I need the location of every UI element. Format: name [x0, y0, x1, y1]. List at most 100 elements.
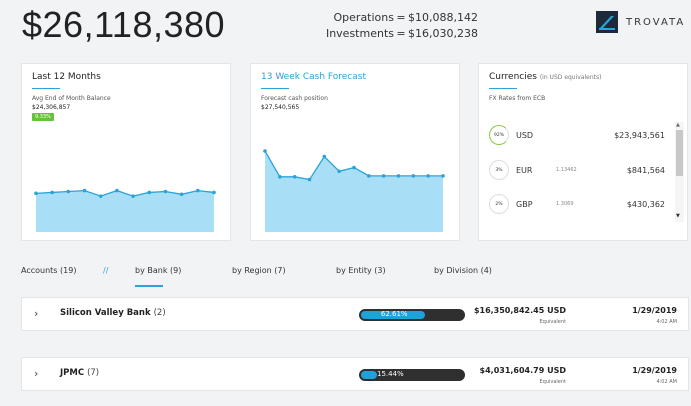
updated-date: 1/29/2019 [632, 306, 677, 315]
tab-by-division[interactable]: by Division (4) [434, 266, 492, 275]
share-bar-fill [361, 371, 377, 379]
last-12-months-chart [34, 188, 216, 232]
card-title: Currencies (in USD equivalents) [489, 72, 601, 82]
grouping-tabs: Accounts (19) // by Bank (9) by Region (… [0, 262, 691, 288]
chart-point [441, 174, 445, 178]
chart-point [66, 189, 71, 194]
currencies-card[interactable]: Currencies (in USD equivalents) FX Rates… [478, 63, 688, 241]
cash-forecast-card[interactable]: 13 Week Cash Forecast Forecast cash posi… [250, 63, 460, 241]
trovata-logo-icon [596, 11, 618, 33]
scroll-up-icon[interactable]: ▲ [676, 122, 680, 128]
chevron-right-icon[interactable]: › [34, 367, 38, 380]
chart-point [367, 174, 371, 178]
tab-separator: // [103, 266, 109, 275]
amount-value: $16,350,842.45 [473, 306, 545, 315]
currency-rate: 1.13462 [556, 167, 577, 173]
title-underline [32, 88, 60, 89]
last-12-months-card[interactable]: Last 12 Months Avg End of Month Balance … [21, 63, 231, 241]
scroll-thumb[interactable] [676, 130, 683, 176]
tab-by-region[interactable]: by Region (7) [232, 266, 286, 275]
bank-amount: $4,031,604.79 USD [480, 366, 566, 375]
card-subtitle: Forecast cash position [261, 95, 328, 102]
chart-point [322, 154, 327, 159]
currency-row-eur[interactable]: 3% EUR 1.13462 $841,564 [489, 159, 665, 181]
currency-amount: $23,943,561 [614, 130, 665, 140]
currency-scrollbar[interactable]: ▲ ▼ [675, 122, 684, 222]
bank-row[interactable]: › Silicon Valley Bank (2) 62.61% $16,350… [21, 297, 689, 331]
tab-accounts[interactable]: Accounts (19) [21, 266, 76, 275]
currency-amount: $841,564 [626, 165, 665, 175]
chart-point [98, 194, 103, 198]
bank-name-text: JPMC [60, 368, 85, 378]
account-count: (2) [153, 308, 166, 318]
currencies-title-note: (in USD equivalents) [539, 74, 602, 81]
equals-sign: = [396, 11, 406, 24]
title-underline [489, 88, 517, 89]
currency-share-ring: 2% [489, 194, 509, 214]
chart-area [36, 190, 214, 232]
operations-value: $10,088,142 [408, 11, 478, 24]
currency-code: GBP [516, 199, 533, 209]
chart-point [179, 192, 184, 197]
share-percent: 62.61% [380, 310, 408, 318]
tab-by-bank[interactable]: by Bank (9) [135, 266, 181, 275]
updated-date: 1/29/2019 [632, 366, 677, 375]
chart-point [352, 165, 356, 170]
equals-sign: = [396, 27, 406, 40]
amount-value: $4,031,604.79 [479, 366, 545, 375]
chart-point [82, 188, 87, 193]
bank-row[interactable]: › JPMC (7) 15.44% $4,031,604.79 USD Equi… [21, 357, 689, 391]
chart-point [426, 174, 430, 178]
chart-point [278, 175, 282, 179]
card-value: $27,540,565 [261, 104, 300, 111]
currency-share-ring: 92% [489, 125, 509, 145]
total-balance: $26,118,380 [22, 4, 226, 45]
share-bar: 62.61% [359, 309, 465, 321]
equivalent-label: Equivalent [539, 319, 566, 325]
chart-point [411, 174, 416, 178]
card-title: 13 Week Cash Forecast [261, 72, 366, 82]
card-subtitle: Avg End of Month Balance [32, 95, 111, 102]
chart-point [212, 190, 216, 195]
chart-point [147, 190, 152, 195]
currency-row-gbp[interactable]: 2% GBP 1.3069 $430,362 [489, 193, 665, 215]
bank-name: JPMC (7) [60, 368, 99, 378]
chevron-right-icon[interactable]: › [34, 307, 38, 320]
chart-area [265, 151, 443, 232]
equivalent-label: Equivalent [539, 379, 566, 385]
brand-name: TROVATA [626, 16, 686, 28]
updated-time: 4:02 AM [656, 319, 677, 325]
trovata-logo[interactable]: TROVATA [596, 11, 685, 33]
share-percent: 15.44% [377, 370, 404, 378]
title-underline [261, 88, 289, 89]
share-bar: 15.44% [359, 369, 465, 381]
currencies-title: Currencies [489, 72, 537, 82]
chart-point [163, 189, 168, 194]
currency-share-ring: 3% [489, 160, 509, 180]
chart-point [131, 194, 135, 198]
bank-amount: $16,350,842.45 USD [474, 306, 566, 315]
amount-currency: USD [547, 366, 566, 375]
operations-label: Operations [333, 11, 394, 24]
card-subtitle: FX Rates from ECB [489, 95, 546, 102]
change-badge: 9.33% [32, 113, 54, 121]
chart-point [115, 188, 119, 193]
account-count: (7) [87, 368, 100, 378]
cash-forecast-chart [263, 149, 445, 232]
currency-amount: $430,362 [626, 199, 665, 209]
chart-point [196, 188, 200, 193]
bank-name: Silicon Valley Bank (2) [60, 308, 166, 318]
updated-time: 4:02 AM [656, 379, 677, 385]
currency-code: EUR [516, 165, 533, 175]
currency-row-usd[interactable]: 92% USD $23,943,561 [489, 124, 665, 146]
chart-point [337, 169, 341, 174]
operations-row: Operations = $10,088,142 [318, 10, 478, 26]
currency-code: USD [516, 130, 534, 140]
tab-by-entity[interactable]: by Entity (3) [336, 266, 386, 275]
bank-name-text: Silicon Valley Bank [60, 308, 151, 318]
scroll-down-icon[interactable]: ▼ [676, 213, 680, 219]
active-tab-indicator [135, 285, 163, 287]
header: $26,118,380 Operations = $10,088,142 Inv… [0, 0, 691, 58]
amount-currency: USD [547, 306, 566, 315]
card-title: Last 12 Months [32, 72, 101, 82]
